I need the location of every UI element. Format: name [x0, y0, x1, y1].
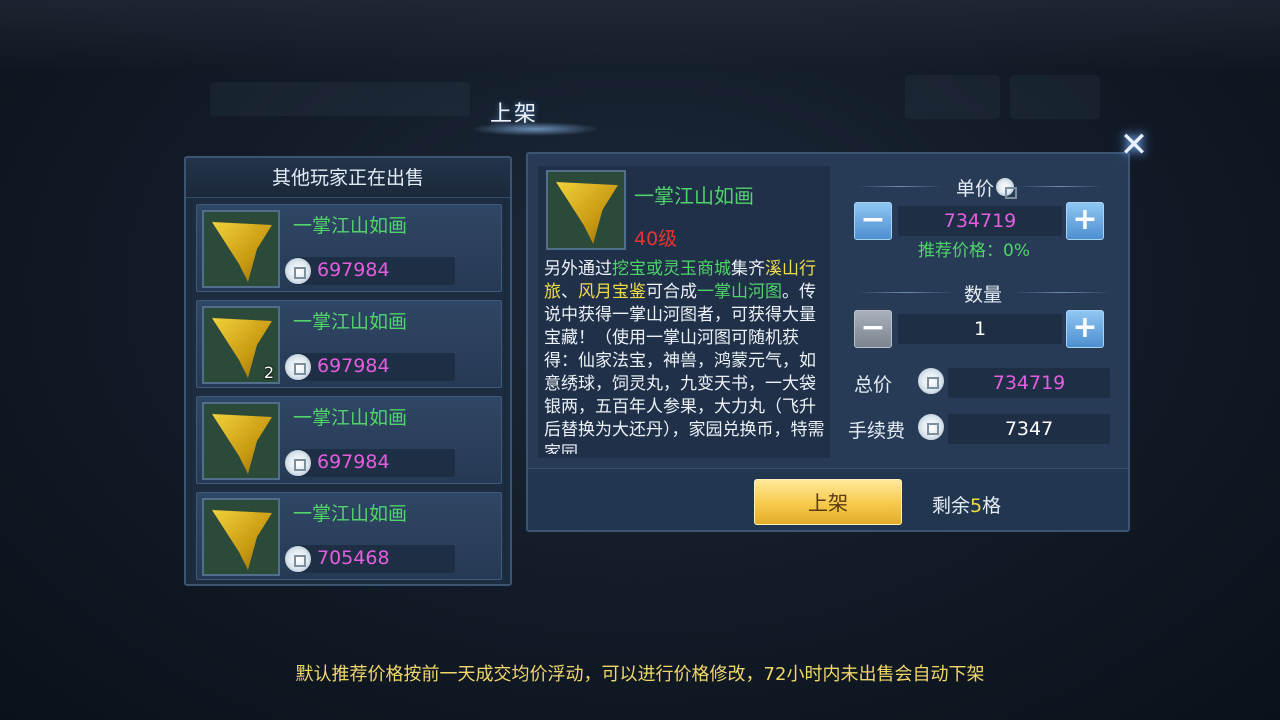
quantity-label: 数量 [964, 284, 1003, 306]
listing-row[interactable]: 一掌江山如画 697984 [196, 204, 502, 292]
total-price-label: 总价 [854, 374, 893, 396]
listing-item-name: 一掌江山如画 [293, 215, 408, 237]
desc-text: 另外通过 [544, 259, 612, 279]
unit-price-plus-button[interactable]: + [1066, 202, 1104, 240]
coin-icon [285, 450, 311, 476]
listing-price: 697984 [317, 451, 390, 473]
fan-icon [212, 510, 272, 570]
listing-price-box: 697984 [285, 353, 455, 381]
fan-icon [556, 182, 618, 244]
fan-icon [212, 222, 272, 282]
background-block [905, 75, 1000, 119]
desc-text: 集齐 [731, 259, 765, 279]
recommended-price: 推荐价格：0% [918, 241, 1030, 261]
selected-item-name: 一掌江山如画 [634, 184, 754, 208]
unit-price-minus-button[interactable]: − [854, 202, 892, 240]
other-sellers-header: 其他玩家正在出售 [186, 158, 510, 198]
listing-item-name: 一掌江山如画 [293, 407, 408, 429]
action-bar: 上架 剩余5格 [528, 468, 1128, 530]
item-icon[interactable] [202, 498, 280, 576]
total-price-value: 734719 [948, 368, 1110, 398]
desc-highlight: 风月宝鉴 [578, 282, 646, 302]
quantity-input[interactable]: 1 [898, 314, 1062, 344]
unit-price-input[interactable]: 734719 [898, 206, 1062, 236]
coin-icon [996, 178, 1017, 199]
divider [1014, 292, 1110, 293]
desc-highlight: 一掌山河图 [697, 282, 782, 302]
desc-text: 。传说中获得一掌山河图者，可获得大量宝藏！（使用一掌山河图可随机获得：仙家法宝，… [544, 282, 825, 454]
coin-icon [285, 258, 311, 284]
selected-item-icon[interactable] [546, 170, 626, 250]
fee-value: 7347 [948, 414, 1110, 444]
item-icon[interactable]: 2 [202, 306, 280, 384]
fee-label: 手续费 [848, 420, 906, 442]
divider [858, 292, 954, 293]
listing-price-box: 697984 [285, 257, 455, 285]
desc-text: 可合成 [646, 282, 697, 302]
item-icon[interactable] [202, 402, 280, 480]
remaining-slots: 剩余5格 [932, 491, 1001, 518]
listing-price-box: 697984 [285, 449, 455, 477]
quantity-minus-button[interactable]: − [854, 310, 892, 348]
desc-highlight: 挖宝或灵玉商城 [612, 259, 731, 279]
background-block [1010, 75, 1100, 119]
coin-icon [918, 368, 944, 394]
coin-icon [285, 354, 311, 380]
listing-price-box: 705468 [285, 545, 455, 573]
remaining-suffix: 格 [982, 495, 1002, 517]
item-icon[interactable] [202, 210, 280, 288]
listing-price: 697984 [317, 259, 390, 281]
pricing-area: 单价 − 734719 + 推荐价格：0% 数量 − 1 + 总价 734719… [838, 166, 1122, 458]
fan-icon [212, 414, 272, 474]
listing-form-panel: 一掌江山如画 40级 另外通过挖宝或灵玉商城集齐溪山行旅、风月宝鉴可合成一掌山河… [526, 152, 1130, 532]
desc-text: 、 [561, 282, 578, 302]
divider [1018, 186, 1102, 187]
remaining-count: 5 [970, 495, 983, 517]
coin-icon [285, 546, 311, 572]
unit-price-label: 单价 [956, 178, 995, 200]
remaining-prefix: 剩余 [932, 495, 971, 517]
list-item-button[interactable]: 上架 [754, 479, 902, 525]
dialog-title-area: 上架 [470, 96, 610, 144]
listing-item-name: 一掌江山如画 [293, 503, 408, 525]
background-top-bar [0, 0, 1280, 70]
divider [858, 186, 942, 187]
item-description-area: 一掌江山如画 40级 另外通过挖宝或灵玉商城集齐溪山行旅、风月宝鉴可合成一掌山河… [538, 166, 830, 458]
quantity-plus-button[interactable]: + [1066, 310, 1104, 348]
listing-price: 697984 [317, 355, 390, 377]
coin-icon [918, 414, 944, 440]
listing-price: 705468 [317, 547, 390, 569]
close-icon[interactable]: ✕ [1116, 128, 1152, 164]
title-swoosh-decoration [470, 122, 600, 136]
other-sellers-panel: 其他玩家正在出售 一掌江山如画 697984 2 一掌江山如画 697984 一… [184, 156, 512, 586]
listing-item-name: 一掌江山如画 [293, 311, 408, 333]
footer-hint: 默认推荐价格按前一天成交均价浮动，可以进行价格修改，72小时内未出售会自动下架 [295, 664, 985, 685]
selected-item-level: 40级 [634, 228, 678, 250]
listing-row[interactable]: 一掌江山如画 705468 [196, 492, 502, 580]
background-block [210, 82, 470, 116]
item-description[interactable]: 另外通过挖宝或灵玉商城集齐溪山行旅、风月宝鉴可合成一掌山河图。传说中获得一掌山河… [544, 258, 828, 454]
item-quantity-badge: 2 [263, 363, 274, 382]
listing-row[interactable]: 2 一掌江山如画 697984 [196, 300, 502, 388]
listing-row[interactable]: 一掌江山如画 697984 [196, 396, 502, 484]
